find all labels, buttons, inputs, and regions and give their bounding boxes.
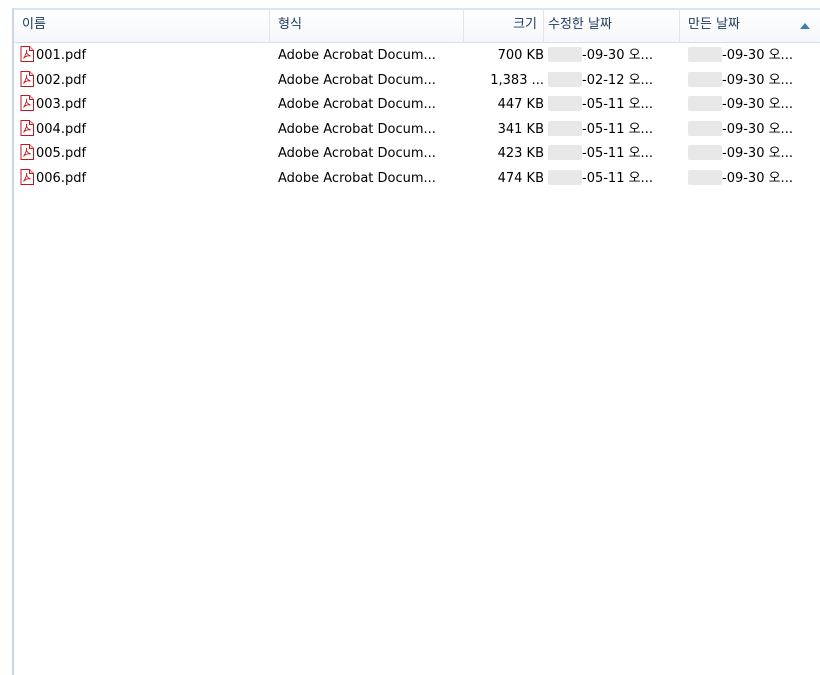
file-type-cell: Adobe Acrobat Docum... (278, 119, 464, 143)
file-modified-cell: -05-11 오... (548, 168, 688, 192)
redacted-year (688, 47, 722, 62)
file-name: 004.pdf (36, 121, 87, 137)
file-name: 006.pdf (36, 170, 87, 186)
file-type: Adobe Acrobat Docum... (278, 170, 436, 186)
file-row[interactable]: 003.pdf Adobe Acrobat Docum... 447 KB -05-1… (14, 94, 820, 119)
file-created: -09-30 오... (722, 170, 793, 186)
file-created-cell: -09-30 오... (688, 119, 820, 143)
redacted-year (548, 145, 582, 160)
redacted-year (548, 169, 582, 185)
redacted-year (548, 47, 582, 62)
pdf-file-icon (20, 70, 34, 87)
file-modified-cell: -05-11 오... (548, 94, 688, 118)
redacted-year (548, 71, 582, 87)
file-modified: -05-11 오... (582, 121, 653, 137)
file-list-view: 이름 형식 크기 수정한 날짜 만든 날짜 001.pdf Adobe Acrob… (0, 0, 820, 675)
file-type-cell: Adobe Acrobat Docum... (278, 70, 464, 94)
file-created: -09-30 오... (722, 97, 793, 112)
file-size-cell: 474 KB (464, 168, 544, 192)
file-size-cell: 700 KB (464, 45, 544, 69)
file-created-cell: -09-30 오... (688, 168, 820, 192)
file-name-cell[interactable]: 001.pdf (20, 45, 270, 69)
file-type: Adobe Acrobat Docum... (278, 97, 436, 112)
column-header-created-label: 만든 날짜 (688, 17, 740, 32)
file-size: 447 KB (497, 97, 544, 112)
file-name: 001.pdf (36, 48, 87, 63)
file-row[interactable]: 001.pdf Adobe Acrobat Docum... 700 KB -09-3… (14, 45, 820, 70)
file-created: -09-30 오... (722, 146, 793, 161)
pdf-file-icon (20, 119, 34, 136)
file-size: 700 KB (497, 48, 544, 63)
file-created: -09-30 오... (722, 48, 793, 63)
file-name-cell[interactable]: 005.pdf (20, 143, 270, 167)
file-modified: -05-11 오... (582, 146, 653, 161)
column-header-modified[interactable]: 수정한 날짜 (544, 10, 680, 43)
file-name: 003.pdf (36, 97, 87, 112)
file-name-cell[interactable]: 002.pdf (20, 70, 270, 94)
pdf-file-icon (20, 144, 34, 160)
file-rows: 001.pdf Adobe Acrobat Docum... 700 KB -09-3… (14, 45, 820, 192)
column-header-size[interactable]: 크기 (464, 10, 544, 43)
file-type: Adobe Acrobat Docum... (278, 146, 436, 161)
column-header-bar: 이름 형식 크기 수정한 날짜 만든 날짜 (14, 8, 820, 43)
file-type-cell: Adobe Acrobat Docum... (278, 45, 464, 69)
file-name-cell[interactable]: 006.pdf (20, 168, 270, 192)
file-type: Adobe Acrobat Docum... (278, 72, 436, 88)
redacted-year (548, 120, 582, 136)
file-created-cell: -09-30 오... (688, 94, 820, 118)
file-size: 423 KB (497, 146, 544, 161)
file-modified-cell: -05-11 오... (548, 119, 688, 143)
pdf-file-icon (20, 168, 34, 185)
file-name: 002.pdf (36, 72, 87, 88)
file-modified-cell: -09-30 오... (548, 45, 688, 69)
redacted-year (688, 145, 722, 160)
sort-ascending-icon (800, 23, 810, 29)
file-created: -09-30 오... (722, 72, 793, 88)
file-modified: -09-30 오... (582, 48, 653, 63)
file-created-cell: -09-30 오... (688, 143, 820, 167)
redacted-year (688, 169, 722, 185)
file-type: Adobe Acrobat Docum... (278, 48, 436, 63)
column-header-name[interactable]: 이름 (14, 10, 270, 43)
pdf-file-icon (20, 46, 34, 62)
file-size-cell: 341 KB (464, 119, 544, 143)
file-size-cell: 423 KB (464, 143, 544, 167)
redacted-year (548, 96, 582, 111)
redacted-year (688, 71, 722, 87)
column-header-size-label: 크기 (513, 17, 537, 32)
file-modified-cell: -02-12 오... (548, 70, 688, 94)
file-name: 005.pdf (36, 146, 87, 161)
file-name-cell[interactable]: 004.pdf (20, 119, 270, 143)
column-header-name-label: 이름 (22, 17, 46, 32)
file-created-cell: -09-30 오... (688, 70, 820, 94)
file-created-cell: -09-30 오... (688, 45, 820, 69)
column-header-created[interactable]: 만든 날짜 (680, 10, 820, 43)
file-modified: -05-11 오... (582, 170, 653, 186)
file-type-cell: Adobe Acrobat Docum... (278, 168, 464, 192)
file-size-cell: 447 KB (464, 94, 544, 118)
file-size: 474 KB (497, 170, 544, 186)
redacted-year (688, 120, 722, 136)
column-header-modified-label: 수정한 날짜 (548, 17, 612, 32)
file-row[interactable]: 005.pdf Adobe Acrobat Docum... 423 KB -05-1… (14, 143, 820, 168)
file-created: -09-30 오... (722, 121, 793, 137)
file-row[interactable]: 006.pdf Adobe Acrobat Docum... 474 KB -05-1… (14, 168, 820, 193)
file-size: 341 KB (497, 121, 544, 137)
file-modified-cell: -05-11 오... (548, 143, 688, 167)
file-row[interactable]: 004.pdf Adobe Acrobat Docum... 341 KB -05-1… (14, 119, 820, 144)
file-row[interactable]: 002.pdf Adobe Acrobat Docum... 1,383 ... -0… (14, 70, 820, 95)
column-header-type-label: 형식 (278, 17, 302, 32)
file-size: 1,383 ... (490, 72, 544, 88)
file-name-cell[interactable]: 003.pdf (20, 94, 270, 118)
file-type-cell: Adobe Acrobat Docum... (278, 94, 464, 118)
file-type-cell: Adobe Acrobat Docum... (278, 143, 464, 167)
file-type: Adobe Acrobat Docum... (278, 121, 436, 137)
redacted-year (688, 96, 722, 111)
column-header-type[interactable]: 형식 (270, 10, 464, 43)
file-size-cell: 1,383 ... (464, 70, 544, 94)
pdf-file-icon (20, 95, 34, 111)
file-modified: -02-12 오... (582, 72, 653, 88)
file-modified: -05-11 오... (582, 97, 653, 112)
